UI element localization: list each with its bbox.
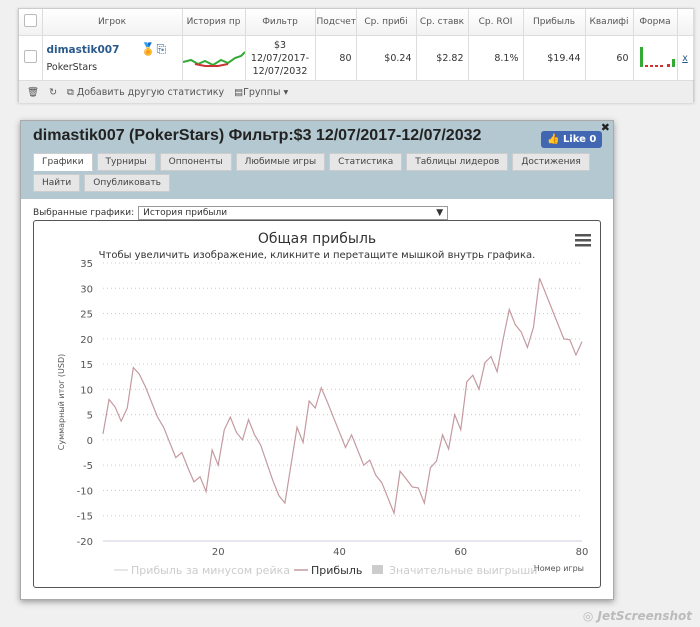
row-checkbox[interactable] (23, 50, 37, 63)
legend-marker (372, 565, 383, 574)
form-chart (639, 46, 675, 67)
filter-value: $3 (273, 39, 287, 51)
add-stat-label: Добавить другую статистику (76, 86, 225, 98)
tab-2[interactable]: Оппоненты (159, 153, 232, 171)
avg-stake-cell: $2.82 (416, 35, 469, 80)
tab-7[interactable]: Найти (33, 174, 81, 192)
col-header[interactable]: Ср. прибі (356, 9, 417, 36)
remove-link[interactable]: x (682, 53, 688, 64)
col-header[interactable]: История пр (182, 9, 246, 36)
tab-1[interactable]: Турниры (96, 153, 156, 171)
player-modal: dimastik007 (PokerStars) Фильтр:$3 12/07… (20, 120, 614, 600)
select-all-checkbox[interactable] (23, 14, 37, 27)
y-tick-label: 0 (87, 436, 93, 447)
profit-cell: $19.44 (523, 35, 586, 80)
refresh-icon[interactable]: ↻ (49, 87, 57, 98)
profit-line (102, 277, 583, 516)
y-tick-label: -5 (83, 461, 93, 472)
avg-profit-cell: $0.24 (356, 35, 417, 80)
add-stat-button[interactable]: ⧉ Добавить другую статистику (67, 87, 224, 98)
x-tick-label: 40 (333, 547, 346, 558)
x-tick-label: 60 (454, 547, 467, 558)
col-header[interactable]: Фильтр (245, 9, 316, 36)
tab-4[interactable]: Статистика (329, 153, 403, 171)
medal-icon[interactable]: 🏅 (141, 42, 156, 56)
col-header[interactable]: Прибыль (523, 9, 586, 36)
y-tick-label: 35 (80, 259, 93, 270)
filter-value: 12/07/2017- (250, 52, 310, 64)
y-tick-label: 25 (80, 310, 93, 321)
profit-sparkline (182, 50, 246, 67)
legend-item[interactable]: Прибыль (311, 564, 362, 577)
filter-value: 12/07/2032 (252, 65, 308, 77)
roi-cell: 8.1% (468, 35, 524, 80)
col-header[interactable]: Подсчет (315, 9, 357, 36)
y-axis-label: Суммарный итог (USD) (57, 354, 66, 451)
menu-icon[interactable] (575, 234, 591, 247)
chart-svg[interactable]: Общая прибыль Чтобы увеличить изображение… (34, 221, 600, 587)
select-value: История прибыли (143, 208, 228, 218)
watermark-logo: ◎ JetScreenshot (582, 609, 692, 623)
x-tick-label: 20 (212, 547, 225, 558)
chart-subtitle: Чтобы увеличить изображение, кликните и … (99, 250, 536, 261)
y-tick-label: -10 (77, 486, 93, 497)
chart-title: Общая прибыль (258, 231, 376, 247)
col-header[interactable]: Квалифі (585, 9, 634, 36)
dropdown-arrow-icon: ▼ (436, 208, 444, 218)
tab-8[interactable]: Опубликовать (84, 174, 170, 192)
tab-5[interactable]: Таблицы лидеров (406, 153, 509, 171)
profit-chart[interactable]: Общая прибыль Чтобы увеличить изображение… (33, 220, 601, 588)
y-tick-label: 10 (80, 385, 93, 396)
y-tick-label: 20 (80, 335, 93, 346)
export-icon[interactable]: ⎘ (157, 42, 167, 57)
player-network: PokerStars (46, 61, 98, 73)
trash-icon[interactable]: 🗑 (27, 87, 39, 98)
table-row: dimastik007 PokerStars 🏅 ⎘ $3 12/07/2017-… (19, 35, 694, 80)
like-label: Like 0 (562, 134, 597, 145)
col-header[interactable]: Игрок (42, 9, 183, 36)
table-footer: 🗑 ↻ ⧉ Добавить другую статистику ▤Группы… (19, 80, 693, 103)
groups-label: Группы (243, 86, 281, 98)
x-tick-label: 80 (576, 547, 589, 558)
col-header[interactable]: Форма (633, 9, 678, 36)
modal-title: dimastik007 (PokerStars) Фильтр:$3 12/07… (33, 127, 482, 144)
like-button[interactable]: 👍 Like 0 (541, 131, 603, 148)
stats-table: Игрок История пр Фильтр Подсчет Ср. приб… (19, 9, 694, 80)
y-tick-label: -15 (77, 512, 93, 523)
y-tick-label: 15 (80, 360, 93, 371)
col-header[interactable]: Ср. ROI (468, 9, 524, 36)
tab-3[interactable]: Любимые игры (235, 153, 326, 171)
groups-button[interactable]: ▤Группы ▾ (234, 87, 288, 98)
count-cell: 80 (315, 35, 357, 80)
y-tick-label: -20 (77, 537, 93, 548)
chart-select[interactable]: История прибыли ▼ (138, 206, 449, 220)
tab-6[interactable]: Достижения (512, 153, 590, 171)
y-tick-label: 30 (80, 284, 93, 295)
legend-item[interactable]: Значительные выигрыши (389, 564, 537, 577)
x-axis-label: Номер игры (534, 564, 584, 573)
qual-cell: 60 (585, 35, 634, 80)
col-header[interactable]: Ср. ставк (416, 9, 469, 36)
select-label: Выбранные графики: (33, 208, 135, 218)
y-tick-label: 5 (87, 411, 93, 422)
tab-0[interactable]: Графики (33, 153, 93, 171)
close-icon[interactable]: ✖ (601, 121, 610, 134)
stats-table-panel: Игрок История пр Фильтр Подсчет Ср. приб… (18, 8, 694, 103)
legend-item[interactable]: Прибыль за минусом рейка (131, 564, 290, 577)
